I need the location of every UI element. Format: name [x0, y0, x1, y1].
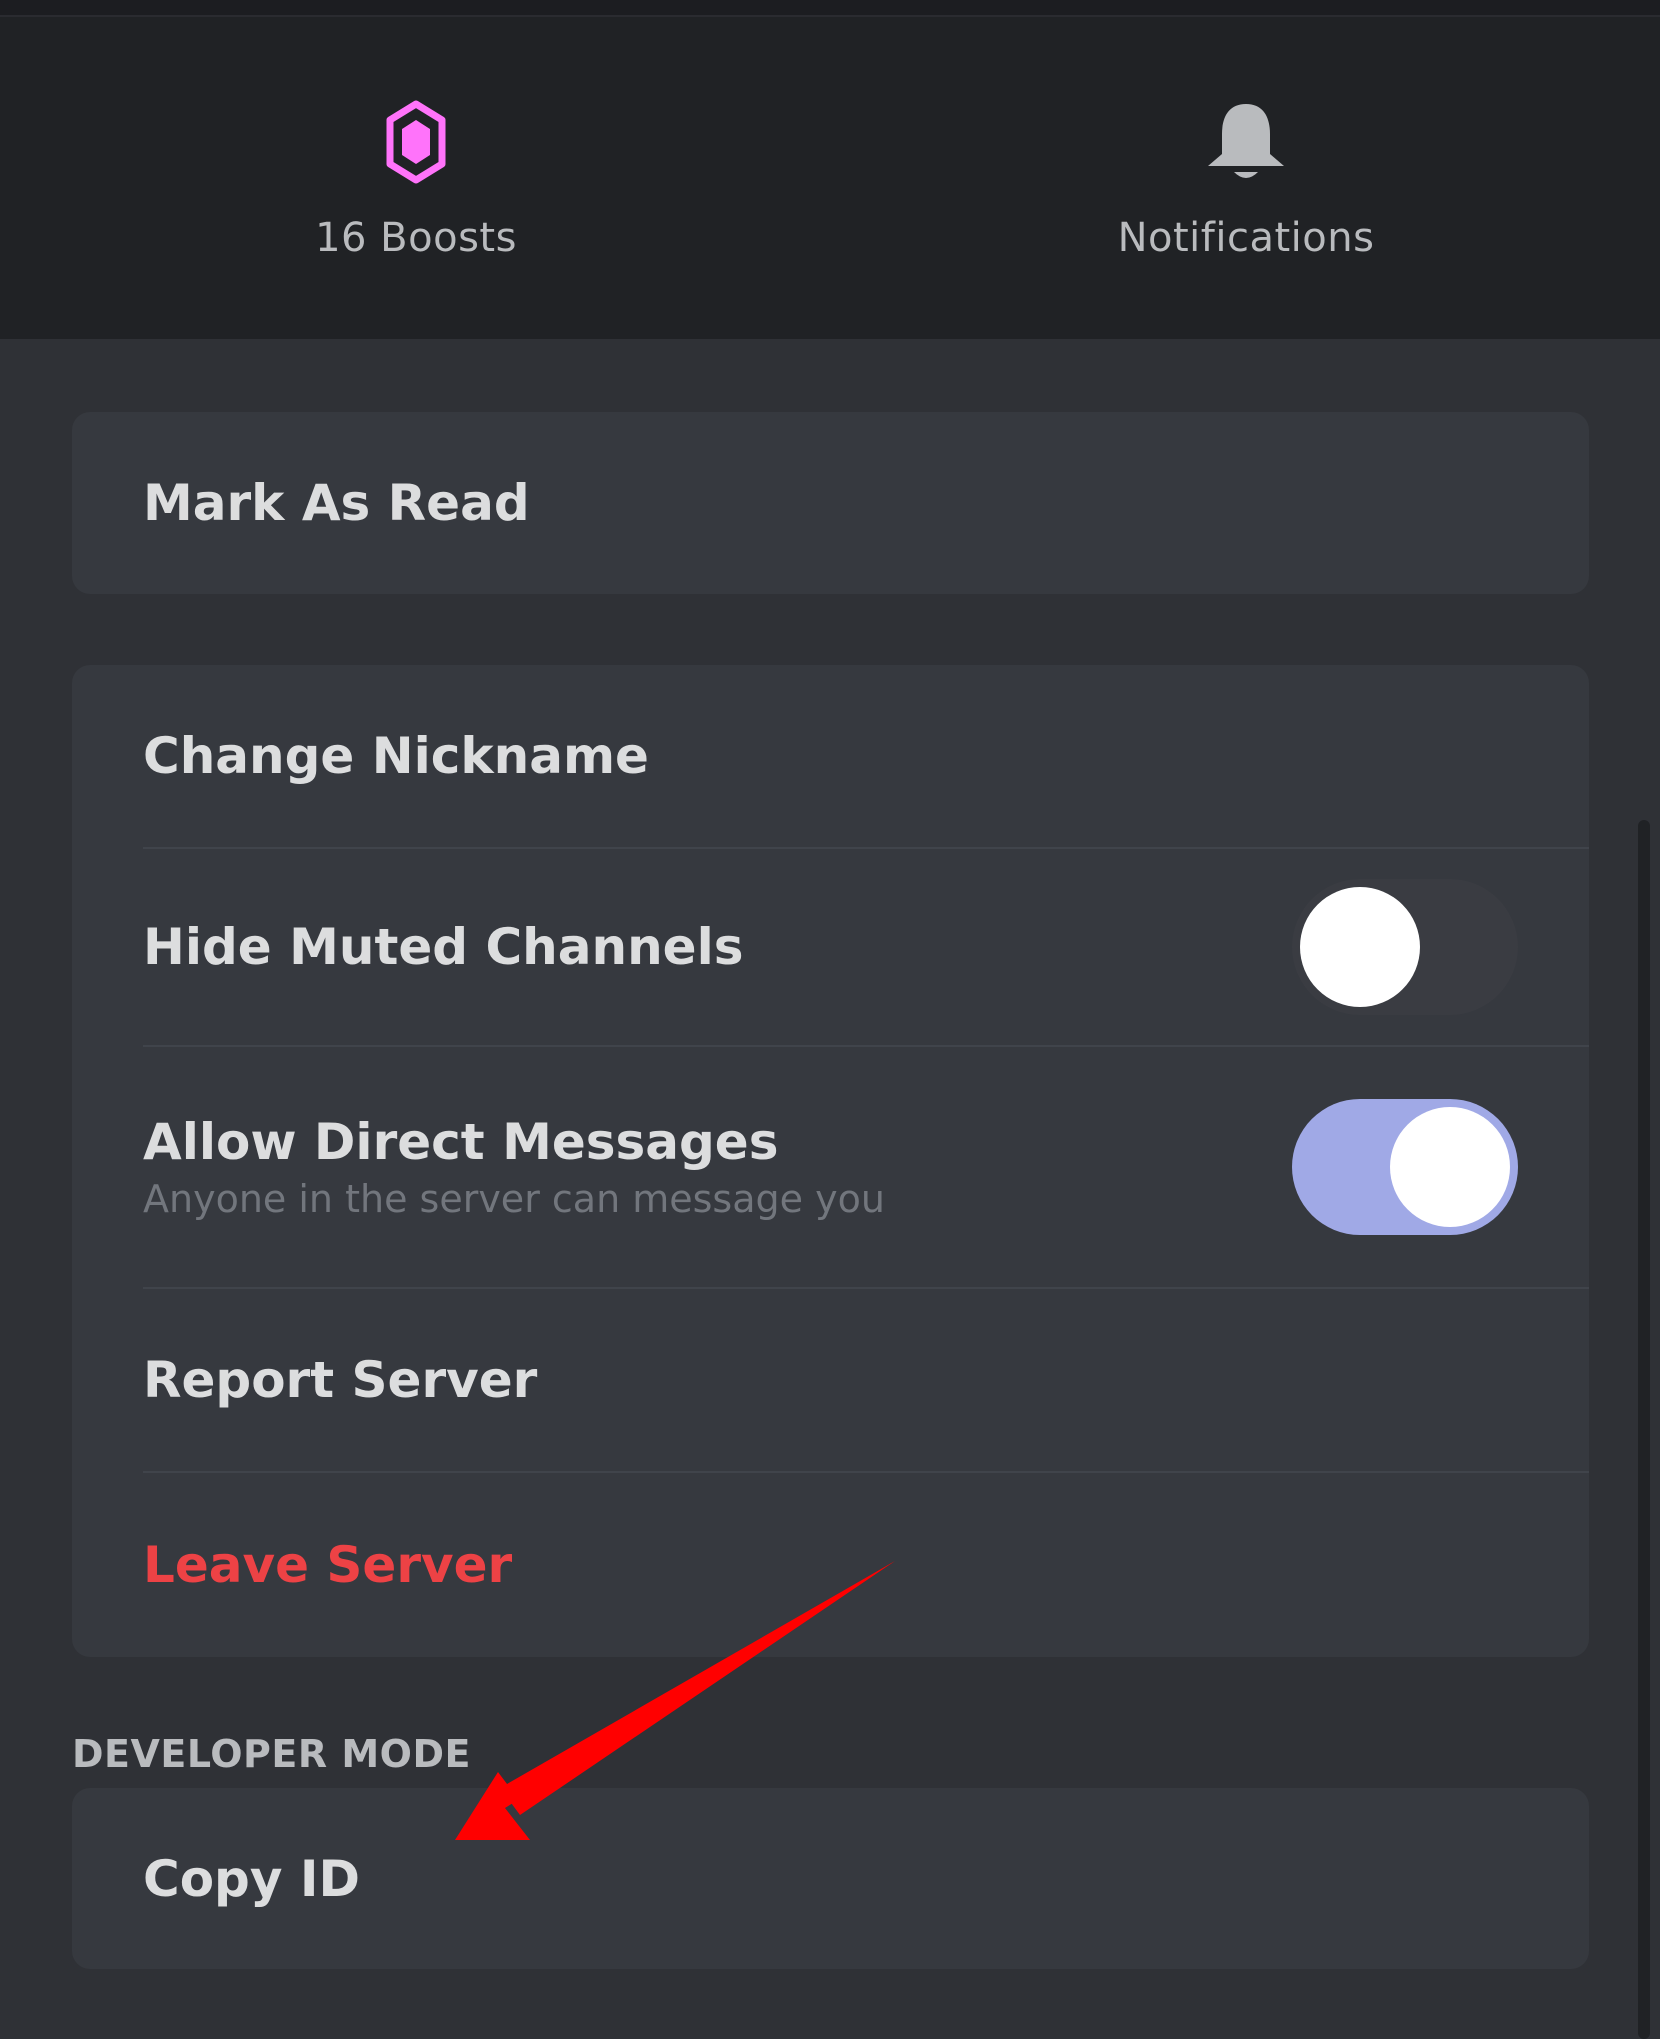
toggle-knob [1300, 887, 1420, 1007]
change-nickname-item[interactable]: Change Nickname [72, 665, 1589, 847]
report-server-label: Report Server [143, 1351, 538, 1409]
copy-id-label: Copy ID [143, 1849, 360, 1908]
boosts-button[interactable]: 16 Boosts [216, 97, 616, 297]
allow-direct-messages-label: Allow Direct Messages [143, 1113, 779, 1171]
toggle-knob [1390, 1107, 1510, 1227]
copy-id-item[interactable]: Copy ID [72, 1788, 1589, 1969]
mark-as-read-label: Mark As Read [143, 474, 530, 532]
boost-gem-icon [371, 97, 461, 187]
developer-mode-header: DEVELOPER MODE [72, 1732, 471, 1776]
notifications-button[interactable]: Notifications [1046, 97, 1446, 297]
leave-server-item[interactable]: Leave Server [72, 1473, 1589, 1657]
report-server-item[interactable]: Report Server [72, 1289, 1589, 1471]
top-edge [0, 0, 1660, 17]
bell-icon [1201, 97, 1291, 187]
scrollbar[interactable] [1638, 820, 1650, 2039]
server-settings-card: Change Nickname Hide Muted Channels Allo… [72, 665, 1589, 1657]
allow-direct-messages-text: Allow Direct Messages Anyone in the serv… [143, 1113, 885, 1221]
server-options-sheet: 16 Boosts Notifications Mark As Read Cha… [0, 0, 1660, 2039]
header-actions: 16 Boosts Notifications [0, 17, 1660, 339]
boosts-label: 16 Boosts [315, 215, 517, 261]
hide-muted-channels-label: Hide Muted Channels [143, 918, 744, 976]
mark-as-read-card: Mark As Read [72, 412, 1589, 594]
hide-muted-channels-toggle[interactable] [1292, 879, 1518, 1015]
allow-direct-messages-item[interactable]: Allow Direct Messages Anyone in the serv… [72, 1047, 1589, 1287]
leave-server-label: Leave Server [143, 1536, 513, 1594]
allow-direct-messages-toggle[interactable] [1292, 1099, 1518, 1235]
copy-id-card: Copy ID [72, 1788, 1589, 1969]
notifications-label: Notifications [1117, 215, 1375, 261]
allow-direct-messages-description: Anyone in the server can message you [143, 1177, 885, 1221]
mark-as-read-item[interactable]: Mark As Read [72, 412, 1589, 594]
hide-muted-channels-item[interactable]: Hide Muted Channels [72, 849, 1589, 1045]
change-nickname-label: Change Nickname [143, 727, 649, 785]
